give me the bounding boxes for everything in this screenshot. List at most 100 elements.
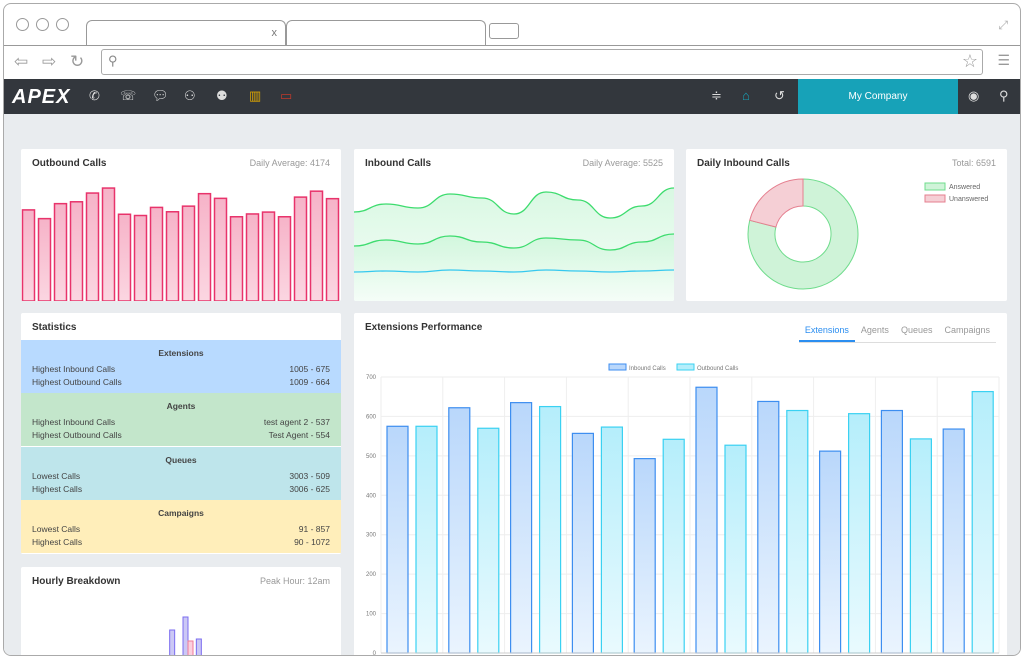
- stats-section-queues: Queues Lowest Calls 3003 - 509 Highest Call…: [21, 446, 341, 500]
- address-bar[interactable]: ⚲ ☆: [101, 49, 983, 75]
- stat-label: Highest Calls: [32, 536, 83, 547]
- divider: [4, 45, 1020, 46]
- legend-label: Answered: [949, 184, 980, 191]
- account-icon[interactable]: ◉: [968, 88, 979, 104]
- menu-icon[interactable]: ☰: [997, 52, 1010, 69]
- y-tick-label: 0: [373, 651, 377, 656]
- hourly-breakdown-card: Hourly Breakdown Peak Hour: 12am: [21, 567, 341, 655]
- stat-row: Lowest Calls 91 - 857: [21, 523, 341, 536]
- browser-window: x ⤢ ⇦ ⇨ ↻ ⚲ ☆ ☰ APEX ✆ ☏ 💬︎ ⚇ ⚉ ▥ ▭ ≑ ⌂ …: [3, 3, 1021, 656]
- legend-label: Outbound Calls: [697, 366, 738, 372]
- bar-outbound: [971, 390, 994, 654]
- stat-value: 91 - 857: [298, 523, 330, 534]
- statistics-card: Statistics Extensions Highest Inbound Cal…: [21, 313, 341, 554]
- stat-label: Lowest Calls: [32, 470, 81, 481]
- bar-inbound: [695, 386, 718, 654]
- company-selector[interactable]: My Company: [798, 79, 958, 114]
- tab-agents[interactable]: Agents: [855, 323, 895, 342]
- y-tick-label: 400: [366, 493, 377, 499]
- stat-label: Highest Outbound Calls: [32, 377, 122, 387]
- outbound-bar: [277, 216, 292, 301]
- chat-icon[interactable]: 💬︎: [152, 88, 169, 104]
- stat-label: Highest Inbound Calls: [32, 364, 116, 374]
- section-heading: Campaigns: [158, 507, 204, 518]
- tab-close-icon[interactable]: x: [272, 27, 278, 39]
- bar-inbound: [448, 407, 471, 654]
- extensions-performance-card: 0 100 200 300 400 500 600 700 Inbound Calls Outbo…: [354, 313, 1007, 656]
- bookmark-star-icon[interactable]: ☆: [962, 51, 978, 72]
- back-icon[interactable]: ⇦: [14, 52, 28, 72]
- phone-icon[interactable]: ✆: [89, 88, 100, 104]
- outbound-bar: [149, 206, 164, 301]
- outbound-bar: [309, 190, 324, 301]
- app-navbar: APEX ✆ ☏ 💬︎ ⚇ ⚉ ▥ ▭ ≑ ⌂ ↺ My Company ◉ ⚲: [4, 79, 1020, 114]
- tab-campaigns[interactable]: Campaigns: [938, 323, 996, 342]
- hourly-bar: [187, 640, 194, 655]
- stat-label: Highest Inbound Calls: [32, 417, 116, 428]
- window-maximize-dot[interactable]: [56, 18, 69, 31]
- inbound-chart: [354, 187, 674, 301]
- stat-value: 3003 - 509: [289, 470, 330, 481]
- reload-icon[interactable]: ↻: [70, 52, 84, 72]
- bar-outbound: [539, 405, 562, 654]
- outbound-bar: [261, 211, 276, 301]
- y-tick-label: 200: [366, 572, 377, 578]
- card-subtitle: Total: 6591: [951, 158, 996, 168]
- window-minimize-dot[interactable]: [36, 18, 49, 31]
- outbound-bar: [229, 216, 244, 301]
- section-heading: Queues: [165, 454, 197, 465]
- outbound-bar: [325, 197, 340, 301]
- legend-swatch: [924, 182, 946, 191]
- browser-tab[interactable]: [286, 20, 486, 46]
- outbound-bar: [165, 211, 180, 301]
- card-subtitle: Peak Hour: 12am: [259, 576, 330, 586]
- card-title: Extensions Performance: [365, 322, 483, 333]
- card-subtitle: Daily Average: 5525: [582, 158, 663, 168]
- outbound-bar: [21, 209, 36, 301]
- conference-icon[interactable]: ⚇: [184, 88, 196, 104]
- new-tab-button[interactable]: [489, 23, 519, 39]
- y-tick-label: 100: [366, 612, 377, 618]
- outbound-chart: [21, 187, 340, 301]
- history-icon[interactable]: ↺: [774, 88, 785, 104]
- stat-row: Lowest Calls 3003 - 509: [21, 470, 341, 483]
- section-heading: Extensions: [158, 348, 204, 358]
- monitor-icon[interactable]: ▭: [280, 88, 292, 104]
- bar-inbound: [819, 450, 842, 654]
- sliders-icon[interactable]: ≑: [711, 88, 722, 104]
- card-title: Inbound Calls: [365, 158, 432, 169]
- card-title: Daily Inbound Calls: [697, 158, 790, 169]
- window-close-dot[interactable]: [16, 18, 29, 31]
- outbound-bar: [37, 217, 52, 301]
- card-subtitle: Daily Average: 4174: [249, 158, 330, 168]
- performance-tabs: Extensions Agents Queues Campaigns: [798, 323, 996, 343]
- tab-queues[interactable]: Queues: [895, 323, 939, 342]
- card-title: Outbound Calls: [32, 158, 107, 169]
- forward-icon[interactable]: ⇨: [42, 52, 56, 72]
- tab-extensions[interactable]: Extensions: [798, 323, 855, 342]
- browser-tab-active[interactable]: x: [86, 20, 286, 46]
- phone-forward-icon[interactable]: ☏: [120, 88, 136, 104]
- inbox-icon[interactable]: ⌂: [742, 88, 750, 103]
- legend-label: Unanswered: [949, 196, 988, 203]
- reports-icon[interactable]: ▥: [249, 88, 261, 104]
- search-icon[interactable]: ⚲: [999, 88, 1009, 104]
- outbound-bar: [69, 201, 84, 301]
- users-icon[interactable]: ⚉: [216, 88, 228, 104]
- y-tick-label: 500: [366, 454, 377, 460]
- stat-label: Highest Outbound Calls: [32, 430, 122, 441]
- stats-section-agents: Agents Highest Inbound Calls test agent 2 …: [21, 393, 341, 447]
- bar-outbound: [477, 427, 500, 654]
- bar-inbound: [633, 458, 656, 654]
- donut-slice-unanswered: [749, 178, 804, 228]
- outbound-bar: [197, 192, 212, 301]
- stat-row: Highest Outbound Calls Test Agent - 554: [21, 429, 341, 442]
- stat-value: test agent 2 - 537: [263, 417, 330, 428]
- bar-outbound: [415, 425, 438, 654]
- stat-value: 3006 - 625: [289, 483, 330, 494]
- outbound-bar: [293, 196, 308, 301]
- legend-swatch: [676, 363, 695, 371]
- legend-swatch: [608, 363, 627, 371]
- outbound-bar: [85, 192, 100, 301]
- fullscreen-icon[interactable]: ⤢: [998, 18, 1008, 33]
